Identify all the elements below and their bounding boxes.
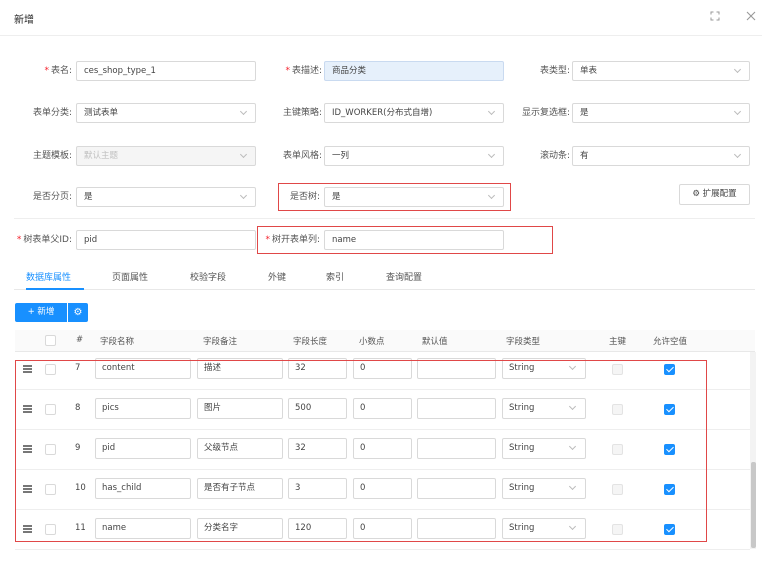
config-tabs: 数据库属性 页面属性 校验字段 外键 索引 查询配置 (14, 262, 755, 290)
required-mark: * (44, 66, 49, 76)
theme-label: 主题模板: (32, 151, 72, 161)
table-name-label: * 表名: (30, 61, 72, 81)
required-mark: * (285, 66, 290, 76)
scrollbar-label: 滚动条: (539, 151, 570, 161)
table-name-input[interactable]: ces_shop_type_1 (76, 61, 256, 81)
fullscreen-icon[interactable] (710, 10, 720, 24)
table-type-select[interactable]: 单表 (572, 61, 750, 81)
tab-db-properties[interactable]: 数据库属性 (26, 270, 71, 283)
table-scrollbar-thumb[interactable] (751, 462, 756, 548)
show-checkbox-label: 显示复选框: (521, 108, 570, 118)
pk-strategy-select[interactable]: ID_WORKER(分布式自增) (324, 103, 504, 123)
scrollbar-select[interactable]: 有 (572, 146, 750, 166)
dialog-title: 新增 (14, 15, 34, 26)
pk-strategy-label: 主键策略: (282, 108, 322, 118)
tree-expand-col-label-text: 树开表单列: (271, 235, 320, 245)
tree-expand-col-input[interactable]: name (324, 230, 504, 250)
settings-icon: ⚙ (73, 307, 83, 318)
add-field-button[interactable]: + 新增 (15, 303, 67, 322)
table-name-label-text: 表名: (50, 66, 72, 76)
rows-highlight-box (15, 360, 707, 542)
theme-select: 默认主题 (76, 146, 256, 166)
col-header-field-name: 字段名称 (100, 337, 135, 347)
col-header-nullable: 允许空值 (653, 337, 688, 347)
tab-validation-fields[interactable]: 校验字段 (190, 270, 226, 283)
form-divider (14, 218, 755, 219)
col-header-field-type: 字段类型 (506, 337, 541, 347)
settings-icon: ⚙ (692, 189, 700, 199)
table-desc-label: * 表描述: (270, 61, 322, 81)
close-icon[interactable] (746, 10, 756, 24)
col-header-primary-key: 主键 (609, 337, 627, 347)
col-header-decimal: 小数点 (359, 337, 385, 347)
form-style-label: 表单风格: (282, 151, 322, 161)
extend-config-label: 扩展配置 (702, 189, 737, 199)
table-type-label: 表类型: (539, 66, 570, 76)
required-mark: * (16, 235, 22, 245)
tab-foreign-keys[interactable]: 外键 (268, 270, 286, 283)
fields-table-header: # 字段名称 字段备注 字段长度 小数点 默认值 字段类型 主键 允许空值 (15, 330, 755, 352)
tree-parent-id-label-text: 树表单父ID: (23, 235, 72, 245)
col-header-default: 默认值 (422, 337, 448, 347)
form-category-label: 表单分类: (32, 108, 72, 118)
tab-query-config[interactable]: 查询配置 (386, 270, 422, 283)
tree-parent-id-input[interactable]: pid (76, 230, 256, 250)
required-mark: * (265, 235, 270, 245)
tree-expand-col-label: * 树开表单列: (260, 230, 320, 250)
col-header-field-length: 字段长度 (293, 337, 328, 347)
is-tree-select[interactable]: 是 (324, 187, 504, 207)
tab-page-properties[interactable]: 页面属性 (112, 270, 148, 283)
paging-label: 是否分页: (32, 192, 72, 202)
paging-select[interactable]: 是 (76, 187, 256, 207)
is-tree-label: 是否树: (289, 192, 320, 202)
col-header-index: # (76, 335, 84, 345)
column-settings-button[interactable]: ⚙ (68, 303, 88, 322)
extend-config-button[interactable]: ⚙ 扩展配置 (679, 184, 750, 205)
active-tab-indicator (26, 288, 84, 290)
tab-indexes[interactable]: 索引 (326, 270, 344, 283)
tree-parent-id-label: * 树表单父ID: (10, 230, 72, 250)
add-field-label: 新增 (37, 307, 55, 317)
form-style-select[interactable]: 一列 (324, 146, 504, 166)
dialog-header: 新增 (0, 0, 762, 36)
table-desc-input[interactable]: 商品分类 (324, 61, 504, 81)
select-all-checkbox[interactable] (45, 335, 56, 346)
show-checkbox-select[interactable]: 是 (572, 103, 750, 123)
col-header-field-comment: 字段备注 (203, 337, 238, 347)
table-desc-label-text: 表描述: (291, 66, 322, 76)
plus-icon: + (27, 307, 35, 317)
form-category-select[interactable]: 测试表单 (76, 103, 256, 123)
